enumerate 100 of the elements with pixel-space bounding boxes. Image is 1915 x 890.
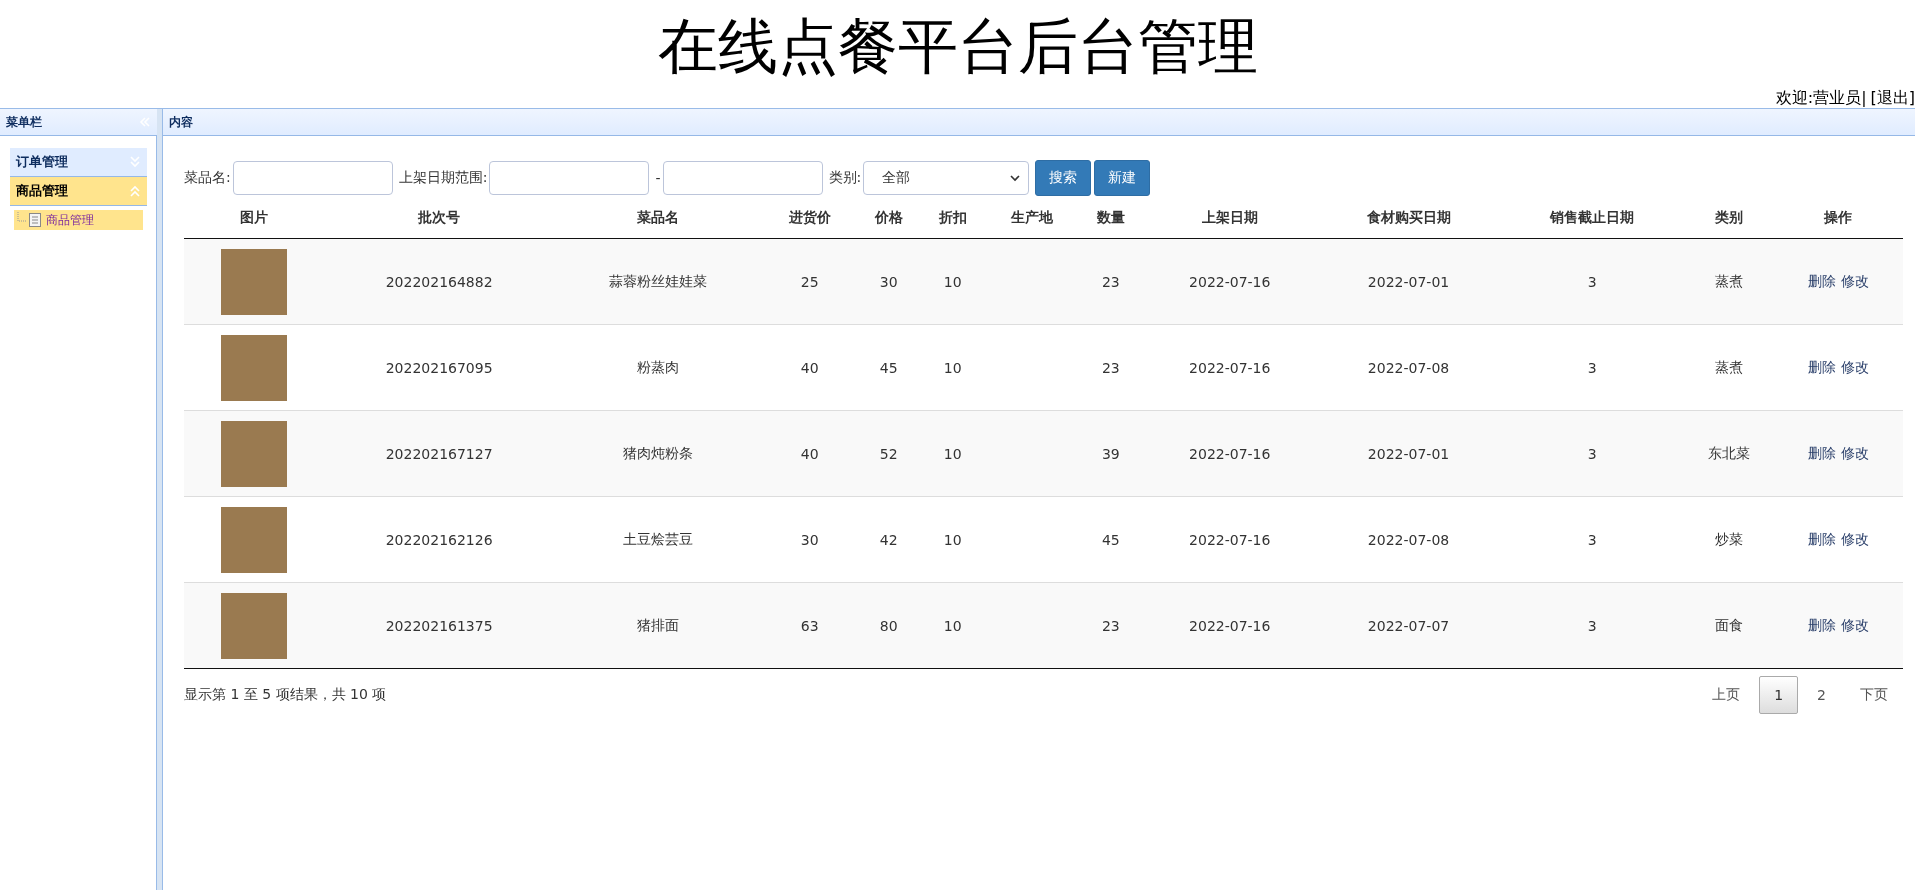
end-date-field[interactable] <box>662 161 823 195</box>
table-cell: 2022-07-07 <box>1367 617 1450 634</box>
edit-link[interactable]: 修改 <box>1840 358 1869 375</box>
column-header: 数量 <box>1078 198 1143 239</box>
edit-link[interactable]: 修改 <box>1840 272 1869 289</box>
edit-link[interactable]: 修改 <box>1840 530 1869 547</box>
table-cell: 蒜蓉粉丝娃娃菜 <box>608 272 707 289</box>
table-cell: 土豆烩芸豆 <box>622 530 693 547</box>
column-header: 上架日期 <box>1142 198 1317 239</box>
delete-link[interactable]: 删除 <box>1808 272 1837 289</box>
table-cell: 10 <box>943 531 962 548</box>
table-cell: 45 <box>879 359 898 376</box>
column-header: 折扣 <box>920 198 985 239</box>
table-cell: 42 <box>879 531 898 548</box>
column-header: 生产地 <box>984 198 1079 239</box>
table-cell: 3 <box>1587 445 1597 462</box>
delete-link[interactable]: 删除 <box>1808 530 1837 547</box>
table-cell: 3 <box>1587 359 1597 376</box>
delete-link[interactable]: 删除 <box>1808 358 1837 375</box>
table-cell: 23 <box>1101 617 1120 634</box>
table-cell: 202202162126 <box>385 531 493 548</box>
table-cell: 蒸煮 <box>1714 358 1743 375</box>
table-cell: 猪排面 <box>636 616 679 633</box>
panel-title: 菜单栏 <box>6 113 42 131</box>
table-cell: 东北菜 <box>1707 444 1750 461</box>
next-page-link[interactable]: 下页 <box>1845 675 1903 715</box>
table-cell: 10 <box>943 445 962 462</box>
field-label: 菜品名: <box>184 169 231 187</box>
column-header: 价格 <box>856 198 921 239</box>
chevron-icon <box>129 156 141 168</box>
table-cell: 2022-07-16 <box>1189 531 1271 548</box>
table-cell: 23 <box>1101 273 1120 290</box>
menu-group-header[interactable]: 商品管理 <box>10 177 147 206</box>
page-button[interactable]: 1 <box>1759 676 1799 714</box>
page-title: 在线点餐平台后台管理 <box>657 10 1258 83</box>
field-label: 上架日期范围: <box>398 169 488 187</box>
column-header: 批次号 <box>325 198 554 239</box>
collapse-icon[interactable] <box>139 117 151 127</box>
table-cell: 3 <box>1587 531 1597 548</box>
table-cell: 面食 <box>1714 616 1743 633</box>
search-button[interactable]: 搜索 <box>1035 160 1092 196</box>
table-cell: 粉蒸肉 <box>636 358 679 375</box>
table-cell: 202202167095 <box>385 359 493 376</box>
table-cell: 猪肉炖粉条 <box>622 444 693 461</box>
table-cell: 45 <box>1101 531 1120 548</box>
chevron-icon <box>129 185 141 197</box>
previous-page-link[interactable]: 上页 <box>1697 675 1756 715</box>
column-header: 销售截止日期 <box>1500 198 1685 239</box>
table-cell: 52 <box>879 445 898 462</box>
delete-link[interactable]: 删除 <box>1808 444 1837 461</box>
start-date-field[interactable] <box>489 161 650 195</box>
table-cell: 39 <box>1101 445 1120 462</box>
dish-name-field[interactable] <box>232 161 393 195</box>
table-cell: 2022-07-16 <box>1189 273 1271 290</box>
column-header: 进货价 <box>762 198 857 239</box>
table-cell: 202202167127 <box>385 445 493 462</box>
column-header: 操作 <box>1773 198 1903 239</box>
table-cell: 3 <box>1587 617 1597 634</box>
table-cell: 蒸煮 <box>1714 272 1743 289</box>
photo-placeholder <box>221 592 288 659</box>
photo-placeholder <box>221 420 288 487</box>
table-cell: 2022-07-08 <box>1367 531 1450 548</box>
table-cell: 80 <box>879 617 898 634</box>
welcome-text: 欢迎:营业员| <box>1775 88 1867 108</box>
delete-link[interactable]: 删除 <box>1808 616 1837 633</box>
panel-title: 内容 <box>169 113 193 131</box>
field-label: 类别: <box>828 169 862 187</box>
table-cell: 2022-07-01 <box>1367 445 1450 462</box>
table-cell: 2022-07-16 <box>1189 359 1271 376</box>
table-cell: 25 <box>800 273 819 290</box>
table-cell: 23 <box>1101 359 1120 376</box>
table-cell: 2022-07-01 <box>1367 273 1450 290</box>
table-cell: 202202161375 <box>385 617 493 634</box>
table-cell: 40 <box>800 359 819 376</box>
table-cell: 2022-07-16 <box>1189 617 1271 634</box>
table-cell: 63 <box>800 617 819 634</box>
column-header: 食材购买日期 <box>1316 198 1501 239</box>
chevron-down-icon <box>1010 174 1021 182</box>
photo-placeholder <box>221 248 288 315</box>
menu-group-header[interactable]: 订单管理 <box>10 148 147 177</box>
column-header: 菜品名 <box>553 198 763 239</box>
table-cell: 202202164882 <box>385 273 493 290</box>
table-cell: 40 <box>800 445 819 462</box>
column-header: 类别 <box>1684 198 1774 239</box>
table-cell: 10 <box>943 617 962 634</box>
table-cell: 10 <box>943 273 962 290</box>
logout-link[interactable]: [退出] <box>1870 88 1915 108</box>
table-cell: 2022-07-08 <box>1367 359 1450 376</box>
table-cell: 30 <box>800 531 819 548</box>
edit-link[interactable]: 修改 <box>1840 444 1869 461</box>
category-select[interactable]: 全部 <box>863 161 1030 195</box>
table-cell: 炒菜 <box>1714 530 1743 547</box>
photo-placeholder <box>221 506 288 573</box>
page-button[interactable]: 2 <box>1802 676 1841 714</box>
table-cell: 3 <box>1587 273 1597 290</box>
new-button[interactable]: 新建 <box>1094 160 1151 196</box>
edit-link[interactable]: 修改 <box>1840 616 1869 633</box>
table-cell: 2022-07-16 <box>1189 445 1271 462</box>
table-cell: 10 <box>943 359 962 376</box>
menu-item[interactable]: 商品管理 <box>14 210 143 230</box>
